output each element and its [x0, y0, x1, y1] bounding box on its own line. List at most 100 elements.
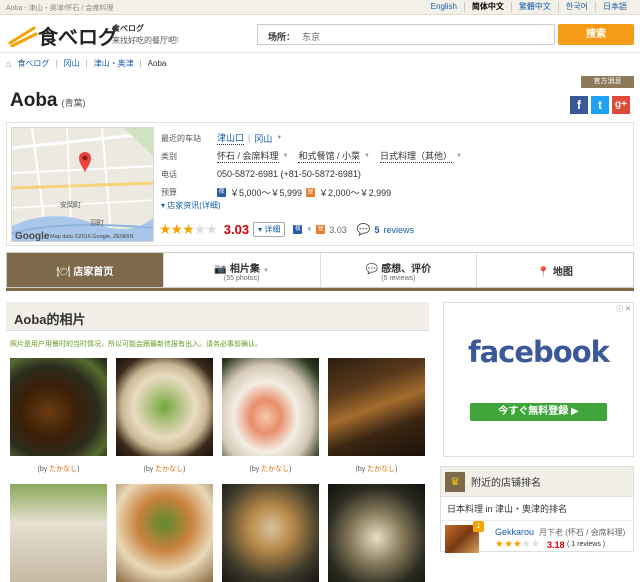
ranking-item-reviews[interactable]: ( 1 reviews )	[567, 541, 605, 548]
crown-icon: ♛	[445, 471, 465, 492]
lang-traditional-chinese[interactable]: 繁體中文	[510, 2, 558, 12]
photo-8[interactable]	[328, 484, 425, 582]
lang-korean[interactable]: 한국어	[557, 2, 595, 12]
site-logo[interactable]: 食べログ	[8, 21, 118, 50]
budget-label: 预算	[161, 187, 177, 197]
station-row: 最近的车站 津山口 | 冈山 ▼	[161, 131, 283, 145]
chopsticks-icon	[8, 26, 38, 47]
station-label: 最近的车站	[161, 133, 201, 143]
top-bar: Aoba - 津山・奥津/怀石 / 会席料理 English 简体中文 繁體中文…	[0, 0, 640, 15]
chevron-down-icon[interactable]: ▼	[456, 153, 462, 159]
chevron-down-icon[interactable]: ▼	[283, 153, 289, 159]
category-link-2[interactable]: 和式餐馆 / 小菜	[298, 149, 360, 163]
breadcrumb-current: Aoba	[147, 59, 167, 68]
language-switcher: English 简体中文 繁體中文 한국어 日本語	[424, 2, 634, 12]
restaurant-tabs: 🍽 店家首页 📷 相片集 ▼ (55 photos) 💬 感想、评价 (5 re…	[6, 252, 634, 288]
ad-close-icon[interactable]: ⓘ ✕	[616, 304, 631, 314]
map-attribution: Map data ©2016 Google, ZENRIN	[50, 234, 134, 240]
breadcrumb-okayama[interactable]: 冈山	[64, 59, 80, 68]
tab-map[interactable]: 📍 地图	[476, 253, 633, 287]
lang-simplified-chinese[interactable]: 简体中文	[463, 2, 511, 12]
photo-2-author[interactable]: たかなし	[155, 466, 183, 473]
camera-icon: 📷	[214, 264, 227, 275]
social-share: f t g+	[570, 96, 630, 114]
breadcrumb-area[interactable]: 津山・奥津	[94, 59, 134, 68]
location-search[interactable]: 场所： 东京	[257, 24, 555, 45]
home-icon[interactable]: ⌂	[6, 59, 11, 69]
chevron-down-icon[interactable]: ▼	[263, 268, 269, 274]
nearby-ranking: ♛ 附近的店铺排名 日本料理 in 津山・奥津的排名 Gekkarou 月下老 …	[440, 466, 634, 553]
lunch-score: 3.03	[329, 224, 347, 235]
ad-signup-button[interactable]: 今すぐ無料登録 ▶	[470, 403, 607, 421]
photos-heading: Aoba的相片	[6, 302, 429, 331]
map-label-2: 羽町	[90, 220, 104, 227]
photo-1[interactable]	[10, 358, 107, 456]
search-button[interactable]: 搜索	[558, 24, 634, 45]
chevron-down-icon[interactable]: ▼	[364, 153, 370, 159]
photo-7[interactable]	[222, 484, 319, 582]
facebook-share-button[interactable]: f	[570, 96, 588, 114]
photo-4-caption: (by たかなし)	[328, 464, 425, 474]
tab-map-label: 地图	[552, 267, 573, 278]
official-tag: 官方消息	[581, 76, 634, 88]
tab-photos[interactable]: 📷 相片集 ▼ (55 photos)	[162, 253, 320, 287]
photo-2-by-prefix: (by	[143, 466, 156, 473]
restaurant-info-box: 安岡町 羽町 Google Map data ©2016 Google, ZEN…	[6, 122, 634, 246]
photo-1-author[interactable]: たかなし	[49, 466, 77, 473]
dinner-icon: 夜	[217, 187, 226, 197]
prefecture-link[interactable]: 冈山	[254, 132, 272, 145]
category-link-3[interactable]: 日式料理（其他）	[379, 149, 452, 163]
photo-1-caption: (by たかなし)	[10, 464, 107, 474]
tab-home[interactable]: 🍽 店家首页	[7, 253, 163, 287]
photo-2[interactable]	[116, 358, 213, 456]
google-logo: Google	[15, 231, 50, 242]
breadcrumb-home[interactable]: 食べログ	[17, 59, 49, 68]
twitter-icon: t	[598, 98, 602, 112]
more-info-link[interactable]: ▾ 店家资讯(详细)	[161, 200, 221, 211]
station-link[interactable]: 津山口	[217, 131, 245, 145]
tab-reviews[interactable]: 💬 感想、评价 (5 reviews)	[319, 253, 477, 287]
tagline-sub: 来找好吃的餐厅吧!	[112, 36, 179, 45]
ranking-item-name[interactable]: Gekkarou	[495, 527, 534, 537]
restaurant-title: Aoba (青葉)	[10, 90, 86, 112]
google-plus-icon: g+	[615, 99, 627, 110]
chevron-down-icon[interactable]: ▼	[306, 227, 312, 233]
photo-5[interactable]	[10, 484, 107, 582]
google-plus-share-button[interactable]: g+	[612, 96, 630, 114]
photo-4-by-prefix: (by	[355, 466, 368, 473]
photo-3-author[interactable]: たかなし	[261, 466, 289, 473]
photo-4[interactable]	[328, 358, 425, 456]
photo-2-caption: (by たかなし)	[116, 464, 213, 474]
chevron-down-icon[interactable]: ▼	[276, 135, 282, 141]
lang-english[interactable]: English	[424, 2, 464, 12]
location-map[interactable]: 安岡町 羽町 Google Map data ©2016 Google, ZEN…	[11, 127, 154, 242]
ranking-item-area-wrap: 月下老 (怀石 / 会席料理)	[539, 527, 625, 538]
lang-japanese[interactable]: 日本語	[595, 2, 634, 12]
rating-stars: ★★★★★	[159, 221, 218, 237]
logo-text: 食べログ	[38, 25, 118, 49]
photo-3-caption: (by たかなし)	[222, 464, 319, 474]
rating-detail-button[interactable]: ▾ 详细	[253, 222, 286, 237]
reviews-label[interactable]: reviews	[384, 225, 415, 235]
search-input[interactable]: 东京	[302, 30, 320, 43]
tab-reviews-count: (5 reviews)	[381, 275, 416, 282]
more-info-label: 店家资讯(详细)	[167, 201, 221, 210]
category-row: 类别 怀石 / 会席料理 ▼ 和式餐馆 / 小菜 ▼ 日式料理（其他） ▼	[161, 147, 621, 165]
details-list: 最近的车站 津山口 | 冈山 ▼ 类别 怀石 / 会席料理 ▼ 和式餐馆 / 小菜…	[161, 129, 621, 201]
photo-4-author[interactable]: たかなし	[367, 466, 395, 473]
twitter-share-button[interactable]: t	[591, 96, 609, 114]
ranking-subheading[interactable]: 日本料理 in 津山・奥津的排名	[441, 497, 633, 521]
ranking-header: ♛ 附近的店铺排名	[441, 467, 633, 497]
tagline: 食べログ 来找好吃的餐厅吧!	[112, 23, 178, 47]
facebook-icon: f	[577, 98, 581, 112]
photo-3[interactable]	[222, 358, 319, 456]
phone-row: 电话 050-5872-6981 (+81-50-5872-6981)	[161, 165, 621, 183]
dinner-rating-icon: 夜	[293, 225, 303, 234]
category-link-1[interactable]: 怀石 / 会席料理	[217, 149, 279, 163]
photo-6[interactable]	[116, 484, 213, 582]
tab-reviews-label: 感想、评价	[381, 264, 432, 275]
rating-score: 3.03	[223, 222, 250, 237]
reviews-count[interactable]: 5	[375, 225, 380, 235]
budget-row: 预算 夜 ￥5,000～￥5,999 昼 ￥2,000～￥2,999	[161, 183, 621, 201]
facebook-ad[interactable]: ⓘ ✕ facebook 今すぐ無料登録 ▶	[443, 302, 634, 457]
